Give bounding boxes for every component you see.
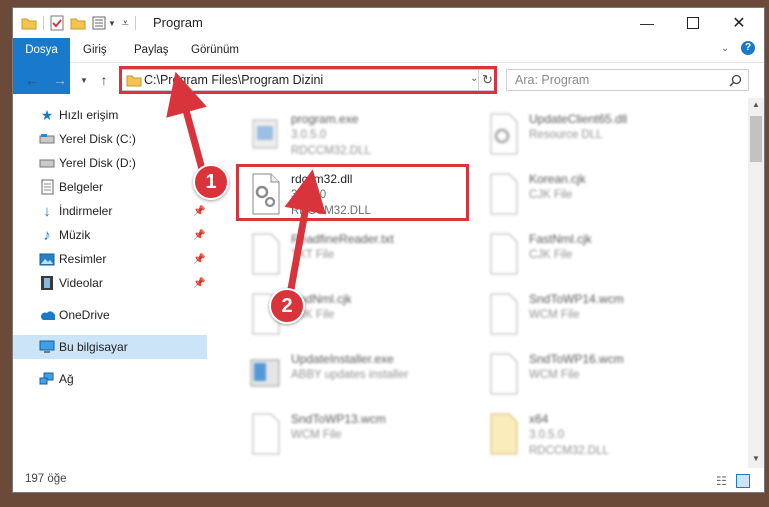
explorer-window: ▼ ⩡ Program — ✕ Dosya Giriş Paylaş Görün…	[12, 7, 765, 493]
callout-1: 1	[193, 164, 229, 200]
tutorial-arrows	[166, 71, 326, 301]
arrow-to-file	[284, 169, 326, 301]
callout-2: 2	[269, 288, 305, 324]
